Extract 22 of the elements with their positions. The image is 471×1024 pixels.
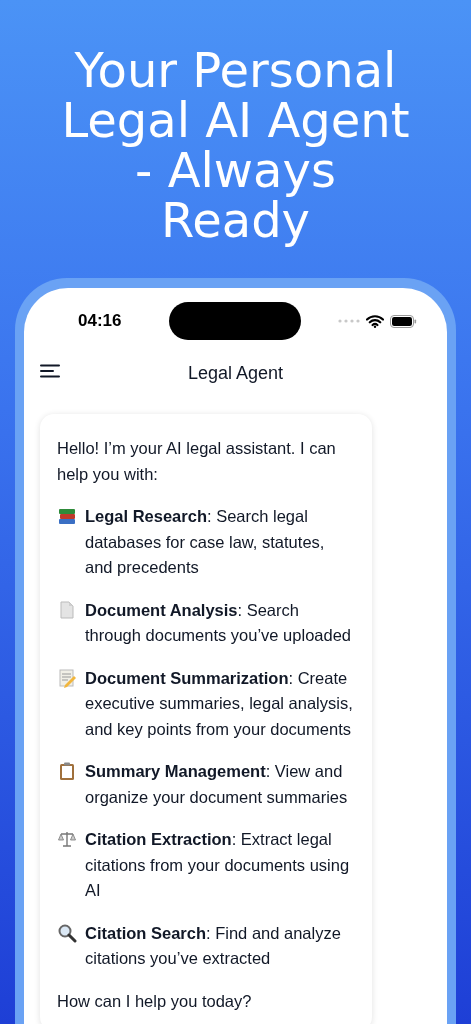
status-time: 04:16 <box>78 311 123 331</box>
message-text: Hello! I’m your AI legal assistant. I can help you with: <box>57 438 337 485</box>
signal-icon <box>338 319 360 323</box>
feature-text: Document Analysis: Search through documents you’ve uploaded <box>85 599 353 646</box>
wifi-icon <box>366 314 384 328</box>
menu-icon <box>40 364 60 378</box>
magnifier-icon <box>57 922 77 943</box>
message-text: How can I help you today? <box>57 990 253 1012</box>
battery-icon <box>390 314 417 328</box>
headline: Your Personal Legal AI Agent - Always Ready <box>60 45 411 245</box>
document-icon <box>57 599 77 620</box>
scales-icon <box>57 829 77 849</box>
feature-text: Citation Search: Find and analyze citations you’ve extracted <box>85 922 342 969</box>
clipboard-icon <box>57 761 77 781</box>
feature-text: Legal Research: Search legal databases for case law, statutes, and precedents <box>85 506 326 578</box>
nav-title: Legal Agent <box>187 362 284 384</box>
memo-icon <box>57 667 77 688</box>
feature-text: Summary Management: View and organize your document summaries <box>85 761 349 808</box>
feature-text: Citation Extraction: Extract legal citations from your documents using AI <box>85 829 351 901</box>
menu-button[interactable] <box>38 362 62 380</box>
feature-text: Document Summarization: Create executive summaries, legal analysis, and key points from your documents <box>85 667 354 740</box>
books-icon <box>57 506 77 526</box>
